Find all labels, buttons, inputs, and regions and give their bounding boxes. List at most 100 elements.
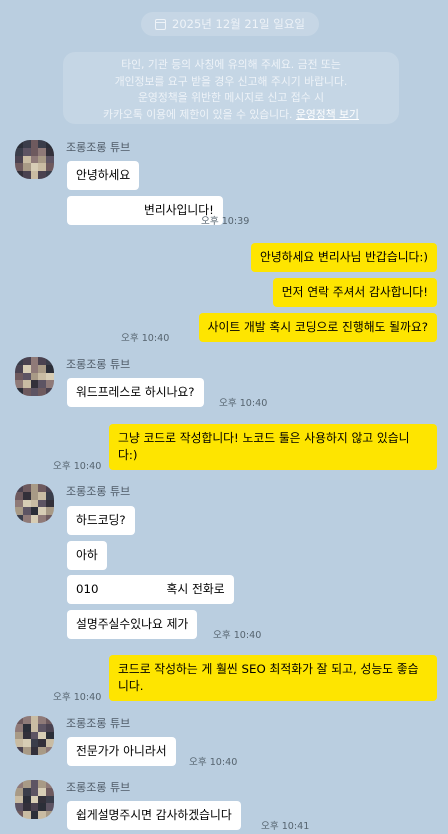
avatar-pixel: [15, 380, 23, 389]
message-bubble-outgoing[interactable]: 안녕하세요 변리사님 반갑습니다:): [250, 243, 437, 272]
avatar-pixel: [46, 795, 54, 804]
avatar-pixel: [22, 380, 31, 389]
avatar-pixel: [30, 491, 39, 500]
avatar-pixel: [30, 499, 39, 508]
avatar[interactable]: [15, 357, 54, 396]
avatar-pixel: [22, 803, 31, 812]
message-bubble-incoming[interactable]: 전문가가 아니라서: [67, 737, 176, 766]
avatar-pixel: [30, 507, 39, 516]
avatar-pixel: [22, 499, 31, 508]
avatar-pixel: [15, 491, 23, 500]
message-bubble-incoming[interactable]: 010 혹시 전화로: [67, 575, 234, 604]
avatar-pixel: [46, 747, 54, 755]
message-time: 오후 10:41: [261, 821, 310, 832]
avatar-pixel: [22, 787, 31, 796]
avatar-pixel: [30, 747, 39, 755]
avatar-pixel: [46, 388, 54, 396]
avatar-pixel: [30, 795, 39, 804]
message-bubble-incoming[interactable]: 설명주실수있나요 제가: [67, 610, 198, 639]
avatar-pixel: [46, 731, 54, 740]
avatar-pixel: [15, 388, 23, 396]
avatar-pixel: [22, 155, 31, 164]
notice-line: 타인, 기관 등의 사칭에 유의해 주세요. 금전 또는: [121, 58, 341, 71]
avatar-pixel: [38, 811, 47, 819]
avatar-pixel: [22, 716, 31, 724]
message-bubble-incoming[interactable]: 하드코딩?: [67, 506, 135, 535]
avatar-pixel: [15, 364, 23, 373]
safety-notice: 타인, 기관 등의 사칭에 유의해 주세요. 금전 또는 개인정보를 요구 받을…: [63, 52, 399, 124]
avatar[interactable]: [15, 140, 54, 179]
message-time: 오후 10:40: [219, 398, 268, 409]
avatar-pixel: [38, 357, 47, 365]
avatar-pixel: [46, 515, 54, 523]
avatar-pixel: [30, 388, 39, 396]
avatar-pixel: [15, 484, 23, 492]
notice-line: 개인정보를 요구 받을 경우 신고해 주시기 바랍니다.: [114, 74, 348, 88]
avatar-pixel: [15, 780, 23, 788]
avatar-pixel: [15, 147, 23, 156]
message-bubble-outgoing[interactable]: 코드로 작성하는 게 훨씬 SEO 최적화가 잘 되고, 성능도 좋습니다.: [109, 655, 437, 701]
sender-name: 조롱조롱 튜브: [66, 141, 131, 154]
avatar-pixel: [30, 780, 39, 788]
avatar-pixel: [38, 780, 47, 788]
avatar-pixel: [30, 484, 39, 492]
sender-name: 조롱조롱 튜브: [66, 781, 131, 794]
message-time: 오후 10:39: [201, 216, 250, 227]
avatar[interactable]: [15, 780, 54, 819]
avatar-pixel: [46, 372, 54, 381]
sender-name: 조롱조롱 튜브: [66, 485, 131, 498]
avatar-pixel: [22, 364, 31, 373]
avatar-pixel: [38, 747, 47, 755]
message-bubble-incoming[interactable]: 변리사입니다!: [67, 196, 223, 225]
avatar-pixel: [22, 491, 31, 500]
avatar-pixel: [22, 723, 31, 732]
message-bubble-outgoing[interactable]: 사이트 개발 혹시 코딩으로 진행해도 될까요?: [198, 313, 437, 342]
avatar-pixel: [38, 731, 47, 740]
avatar-pixel: [15, 155, 23, 164]
message-time: 오후 10:40: [121, 333, 170, 344]
avatar-pixel: [15, 739, 23, 748]
avatar-pixel: [30, 515, 39, 523]
avatar-pixel: [15, 811, 23, 819]
message-bubble-outgoing[interactable]: 먼저 연락 주셔서 감사합니다!: [272, 278, 437, 307]
avatar-pixel: [38, 388, 47, 396]
avatar[interactable]: [15, 716, 54, 755]
avatar-pixel: [38, 491, 47, 500]
date-divider: 2025년 12월 21일 일요일: [141, 12, 319, 36]
avatar-pixel: [30, 163, 39, 172]
avatar-pixel: [30, 364, 39, 373]
message-bubble-incoming[interactable]: 안녕하세요: [67, 161, 140, 190]
avatar-pixel: [22, 811, 31, 819]
avatar-pixel: [38, 140, 47, 148]
sender-name: 조롱조롱 튜브: [66, 358, 131, 371]
policy-link[interactable]: 운영정책 보기: [296, 108, 359, 121]
avatar-pixel: [15, 515, 23, 523]
notice-line: 카카오톡 이용에 제한이 있을 수 있습니다.: [103, 107, 293, 121]
message-bubble-incoming[interactable]: 워드프레스로 하시나요?: [67, 378, 204, 407]
message-bubble-outgoing[interactable]: 그냥 코드로 작성합니다! 노코드 툴은 사용하지 않고 있습니다:): [109, 424, 437, 470]
avatar-pixel: [15, 795, 23, 804]
avatar-pixel: [38, 171, 47, 179]
avatar-pixel: [38, 484, 47, 492]
avatar-pixel: [30, 803, 39, 812]
message-text: 010: [76, 582, 99, 596]
avatar-pixel: [46, 357, 54, 365]
avatar-pixel: [38, 723, 47, 732]
sender-name: 조롱조롱 튜브: [66, 717, 131, 730]
avatar-pixel: [46, 739, 54, 748]
avatar-pixel: [38, 515, 47, 523]
avatar-pixel: [46, 507, 54, 516]
message-time: 오후 10:40: [53, 692, 102, 703]
avatar-pixel: [15, 499, 23, 508]
avatar-pixel: [22, 795, 31, 804]
avatar-pixel: [38, 739, 47, 748]
avatar-pixel: [15, 140, 23, 148]
avatar-pixel: [38, 163, 47, 172]
message-bubble-incoming[interactable]: 아하: [67, 541, 107, 570]
message-bubble-incoming[interactable]: 쉽게설명주시면 감사하겠습니다: [67, 801, 241, 830]
avatar-pixel: [46, 380, 54, 389]
avatar-pixel: [46, 723, 54, 732]
avatar[interactable]: [15, 484, 54, 523]
avatar-pixel: [46, 155, 54, 164]
avatar-pixel: [22, 484, 31, 492]
